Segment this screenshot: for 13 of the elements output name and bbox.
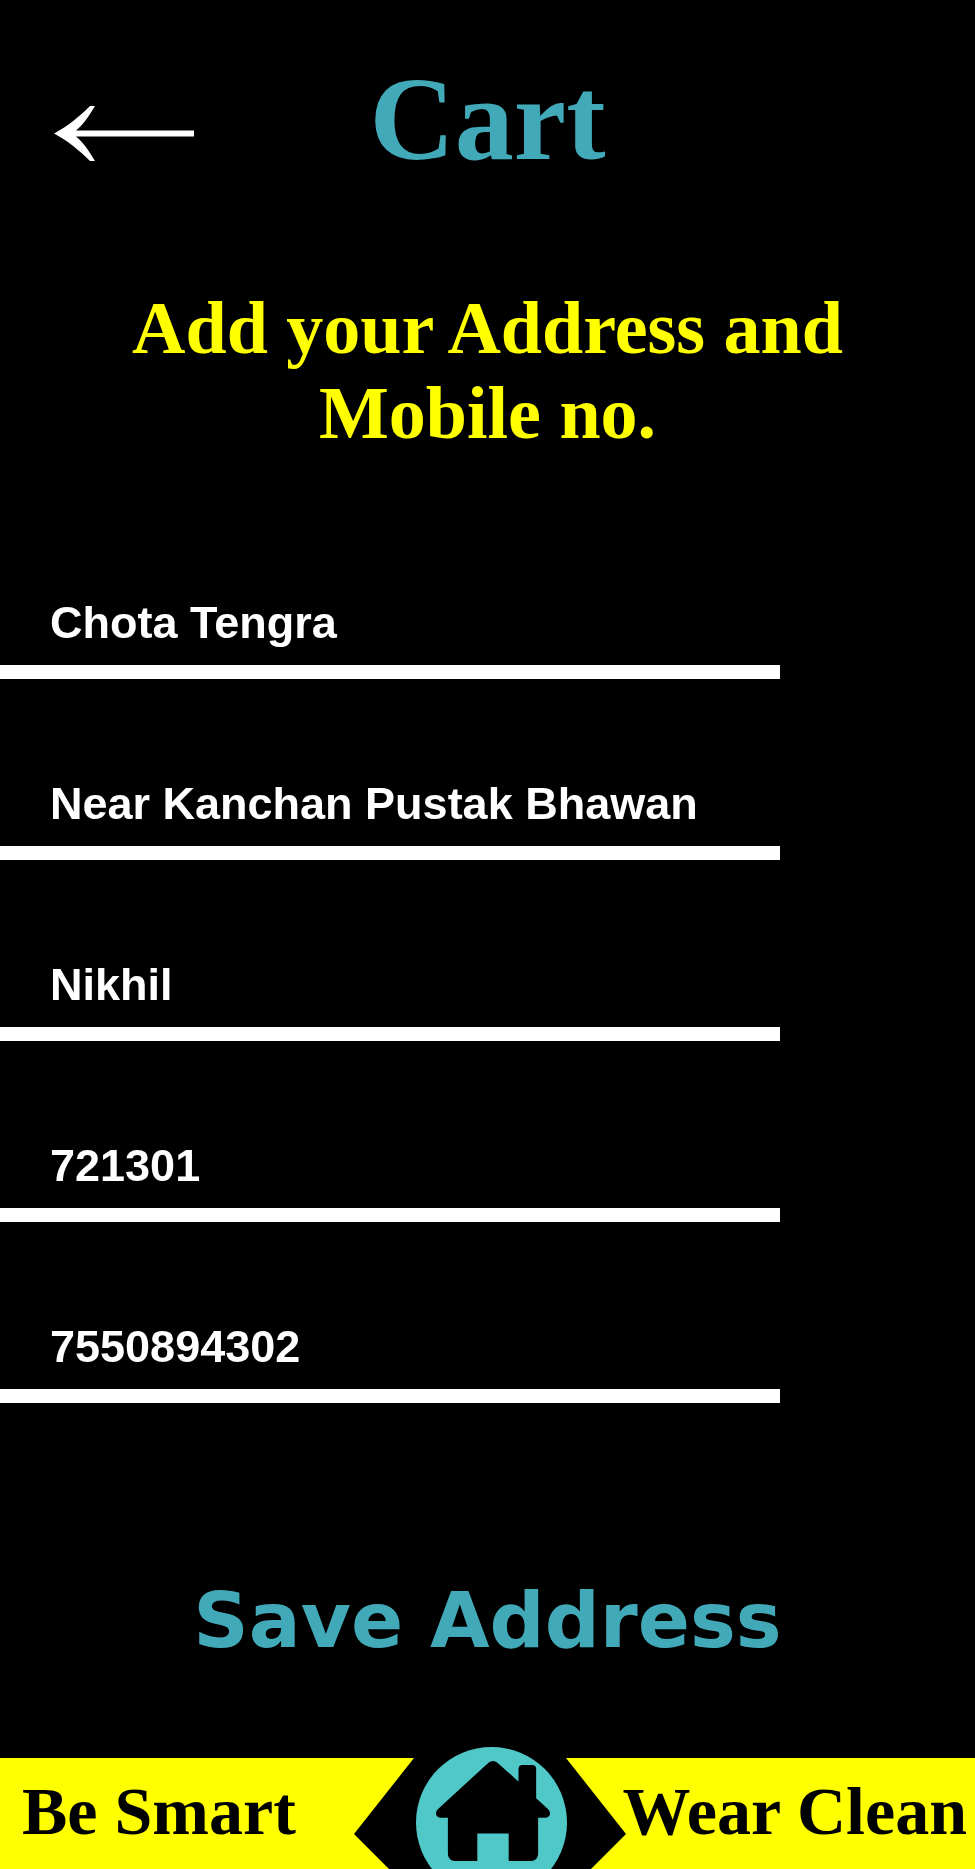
footer-slogan: Wear Clean (622, 1776, 967, 1845)
page-title: Cart (369, 60, 606, 180)
input-field[interactable]: 721301 (0, 1124, 780, 1222)
input-field[interactable]: 7550894302 (0, 1305, 780, 1403)
back-button[interactable] (54, 106, 194, 161)
house-icon (433, 1759, 552, 1861)
input-field[interactable]: Chota Tengra (0, 581, 780, 679)
footer-slogan: Be Smart (22, 1776, 296, 1845)
input-field[interactable]: Nikhil (0, 943, 780, 1041)
save-address-button[interactable]: Save Address (189, 1575, 786, 1668)
input-field[interactable]: Near Kanchan Pustak Bhawan (0, 762, 780, 860)
section-heading: Add your Address and Mobile no. (131, 286, 844, 456)
left-arrow-icon (54, 106, 194, 161)
